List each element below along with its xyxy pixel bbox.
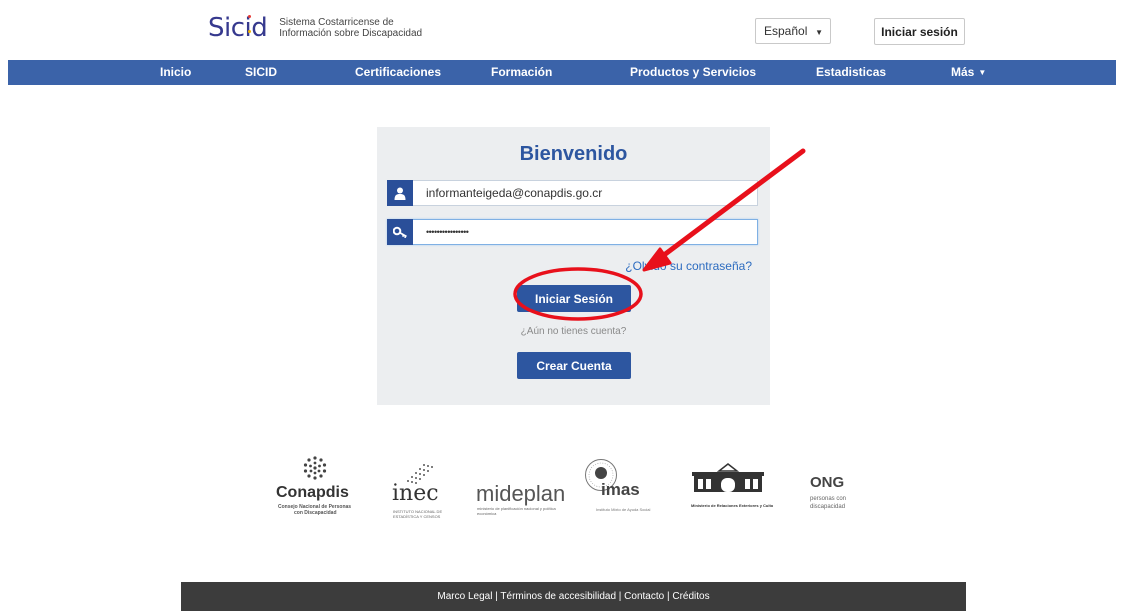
logo-tagline: Sistema Costarricense de Información sob… — [279, 17, 423, 39]
site-logo[interactable]: Sicid Sistema Costarricense de Informaci… — [208, 10, 422, 46]
main-nav: Inicio SICID Certificaciones Formación P… — [8, 60, 1116, 85]
logo-dots-icon — [248, 15, 252, 35]
nav-item-inicio[interactable]: Inicio — [160, 60, 191, 85]
email-value: informanteigeda@conapdis.go.cr — [426, 186, 603, 200]
create-account-button[interactable]: Crear Cuenta — [517, 352, 631, 379]
footer-links[interactable]: Marco Legal | Términos de accesibilidad … — [181, 582, 966, 611]
user-icon — [387, 180, 413, 206]
mre-building-icon — [692, 463, 764, 492]
language-value: Español — [764, 24, 808, 38]
nav-item-formacion[interactable]: Formación — [491, 60, 552, 85]
password-value: •••••••••••••••• — [426, 227, 469, 237]
nav-item-certificaciones[interactable]: Certificaciones — [355, 60, 441, 85]
no-account-text: ¿Aún no tienes cuenta? — [520, 326, 627, 337]
nav-item-mas[interactable]: Más ▼ — [951, 60, 986, 85]
login-submit-button[interactable]: Iniciar Sesión — [517, 285, 631, 312]
caret-down-icon: ▼ — [815, 28, 823, 37]
forgot-password-link[interactable]: ¿Olvidó su contraseña? — [625, 259, 752, 273]
caret-down-icon: ▼ — [978, 68, 987, 77]
nav-item-productos[interactable]: Productos y Servicios — [630, 60, 756, 85]
key-icon — [387, 219, 413, 245]
email-field[interactable]: informanteigeda@conapdis.go.cr — [387, 180, 758, 206]
login-title: Bienvenido — [519, 143, 628, 165]
header-login-button[interactable]: Iniciar sesión — [874, 18, 965, 45]
conapdis-flower-icon — [303, 456, 327, 480]
language-select[interactable]: Español ▼ — [755, 18, 831, 44]
nav-item-estadisticas[interactable]: Estadisticas — [816, 60, 886, 85]
password-field[interactable]: •••••••••••••••• — [387, 219, 758, 245]
partner-logo-ong[interactable]: ONG personas con discapacidad — [810, 474, 860, 516]
partner-logo-mre[interactable]: Ministerio de Relaciones Exteriores y Cu… — [688, 463, 773, 515]
partner-logo-imas[interactable]: imas Instituto Mixto de Ayuda Social — [584, 458, 660, 520]
logo-wordmark: Sicid — [208, 13, 268, 43]
partner-logo-conapdis[interactable]: Conapdis Consejo Nacional de Personas co… — [276, 455, 356, 525]
login-panel: Bienvenido informanteigeda@conapdis.go.c… — [377, 127, 770, 405]
nav-item-mas-label: Más — [951, 65, 975, 79]
partner-logo-inec[interactable]: inec INSTITUTO NACIONAL DE ESTADÍSTICA Y… — [392, 455, 444, 521]
partner-logo-mideplan[interactable]: mideplan ministerio de planificación nac… — [476, 455, 568, 519]
nav-item-sicid[interactable]: SICID — [245, 60, 277, 85]
